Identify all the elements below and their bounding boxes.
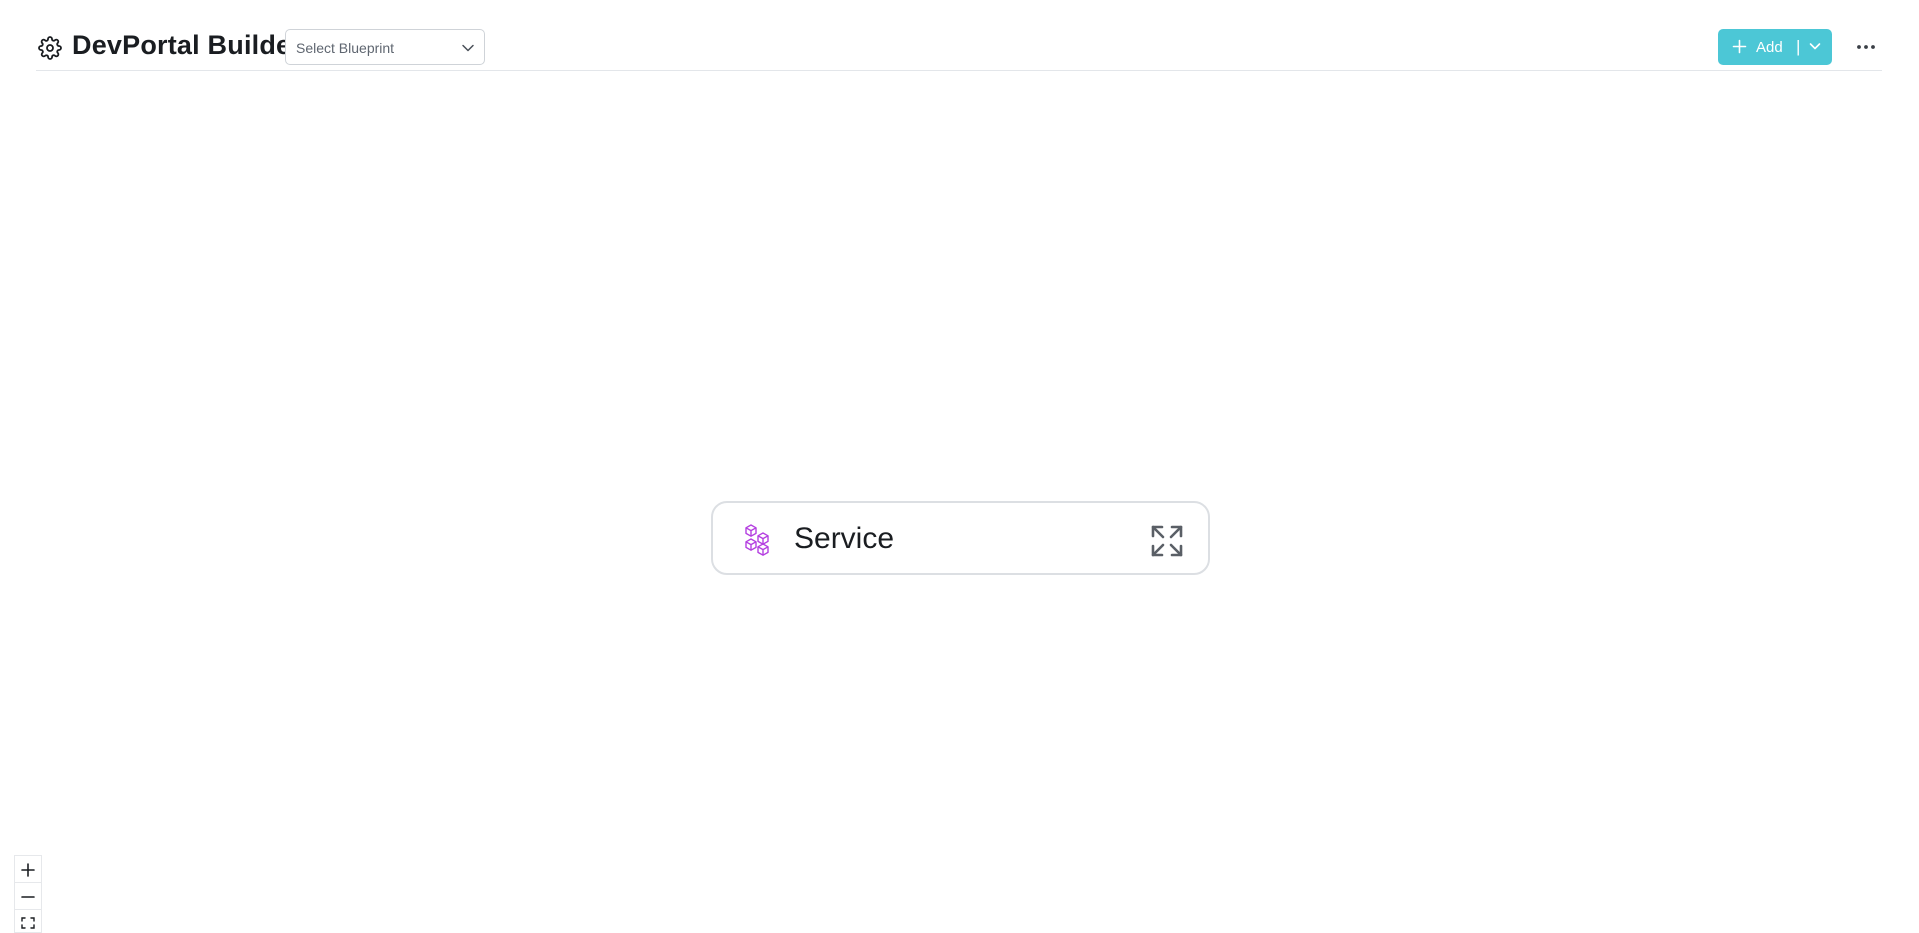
fit-view-button[interactable] — [15, 910, 41, 932]
more-horizontal-icon[interactable] — [1854, 37, 1878, 57]
zoom-in-button[interactable] — [15, 856, 41, 883]
blueprint-select-placeholder: Select Blueprint — [296, 40, 395, 56]
cubes-icon — [745, 524, 769, 556]
page-title: DevPortal Builder — [72, 30, 302, 60]
top-header: DevPortal Builder Select Blueprint Add | — [36, 0, 1882, 71]
add-button[interactable]: Add | — [1718, 29, 1832, 65]
gear-icon[interactable] — [38, 36, 62, 60]
zoom-out-button[interactable] — [15, 883, 41, 910]
blueprint-select[interactable]: Select Blueprint — [285, 29, 485, 65]
chevron-down-icon — [462, 44, 474, 52]
fit-view-icon — [21, 917, 35, 929]
zoom-in-icon — [21, 863, 35, 877]
blueprint-node-service[interactable]: Service — [711, 501, 1210, 575]
plus-icon — [1732, 39, 1747, 54]
add-button-label: Add — [1756, 39, 1783, 56]
expand-icon[interactable] — [1150, 524, 1184, 558]
node-label: Service — [794, 522, 895, 555]
add-button-separator: | — [1796, 37, 1801, 56]
chevron-down-icon[interactable] — [1808, 39, 1822, 53]
zoom-controls — [14, 855, 42, 933]
zoom-out-icon — [21, 896, 35, 898]
